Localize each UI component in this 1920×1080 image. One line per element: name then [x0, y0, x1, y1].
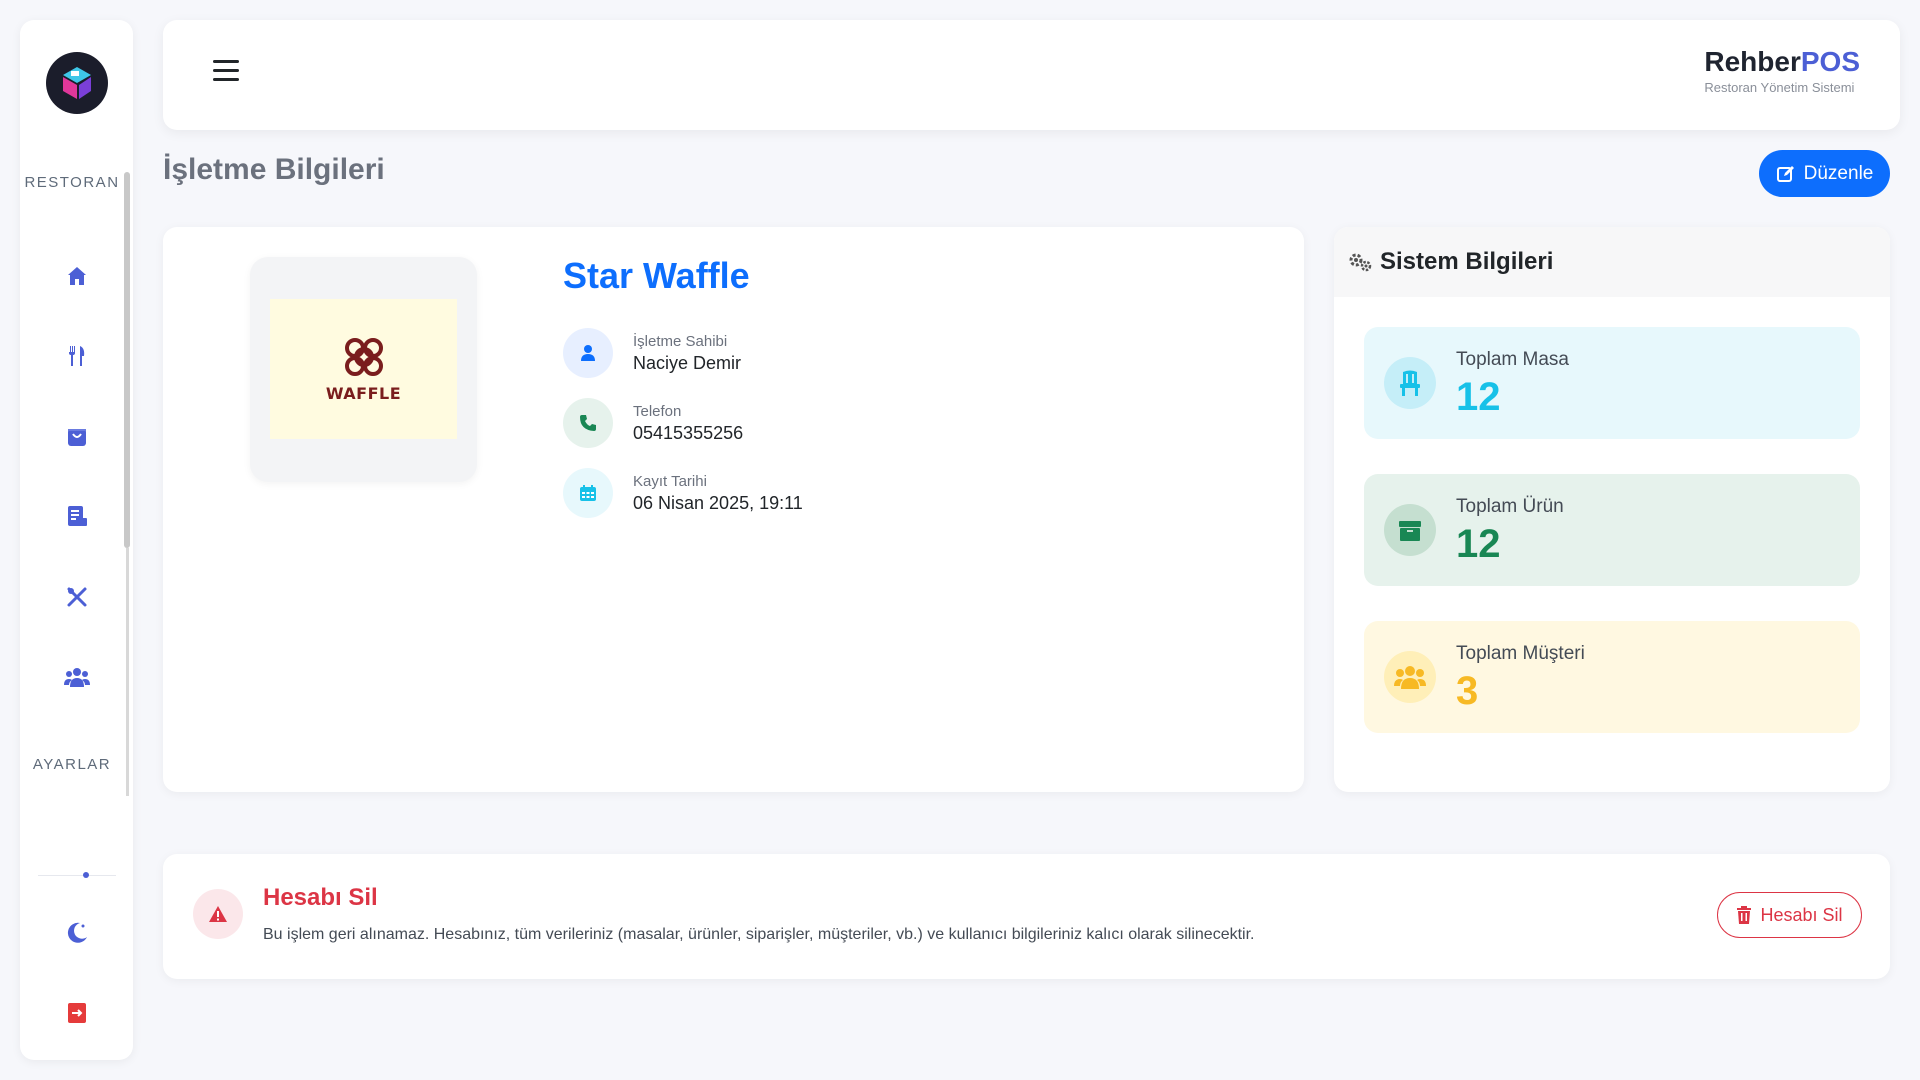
delete-account-card: Hesabı Sil Bu işlem geri alınamaz. Hesab… — [163, 854, 1890, 979]
brand-suffix: POS — [1800, 46, 1860, 77]
brand-name: RehberPOS — [1704, 46, 1860, 78]
gears-icon — [1349, 253, 1372, 272]
nav-invoices[interactable] — [60, 499, 94, 533]
stat-label-customers: Toplam Müşteri — [1456, 643, 1585, 664]
nav-orders[interactable] — [60, 419, 94, 453]
edit-button-label: Düzenle — [1803, 162, 1874, 184]
cube-logo-icon — [63, 67, 91, 99]
chair-icon-circle — [1384, 357, 1436, 409]
warning-icon-circle — [193, 889, 243, 939]
owner-label: İşletme Sahibi — [633, 332, 728, 350]
brand-subtitle: Restoran Yönetim Sistemi — [1704, 80, 1855, 95]
delete-account-button-label: Hesabı Sil — [1760, 904, 1843, 925]
phone-icon-circle — [563, 398, 613, 448]
box-icon-circle — [1384, 504, 1436, 556]
phone-row: Telefon 05415355256 — [563, 397, 743, 449]
dark-mode-toggle[interactable] — [60, 916, 94, 950]
stat-label-tables: Toplam Masa — [1456, 349, 1569, 370]
section-label-settings: AYARLAR — [32, 756, 112, 773]
sidebar-divider-dot — [83, 872, 89, 878]
edit-button[interactable]: Düzenle — [1759, 150, 1890, 197]
waffle-logo-icon — [344, 337, 383, 376]
owner-icon-circle — [563, 328, 613, 378]
users-icon — [64, 668, 90, 687]
stat-value-customers: 3 — [1456, 669, 1479, 713]
app-logo[interactable] — [46, 52, 108, 114]
system-info-header: Sistem Bilgileri — [1334, 227, 1890, 297]
top-header: RehberPOS Restoran Yönetim Sistemi — [163, 20, 1900, 130]
user-icon — [581, 345, 595, 361]
shopping-bag-icon — [68, 429, 86, 446]
nav-kitchen[interactable] — [60, 580, 94, 614]
users-group-icon — [1394, 666, 1426, 689]
date-value: 06 Nisan 2025, 19:11 — [633, 492, 803, 513]
stat-total-tables: Toplam Masa 12 — [1364, 327, 1860, 439]
stat-value-products: 12 — [1456, 522, 1501, 566]
stat-label-products: Toplam Ürün — [1456, 496, 1564, 517]
brand: RehberPOS Restoran Yönetim Sistemi — [1704, 46, 1860, 95]
nav-customers[interactable] — [60, 660, 94, 694]
chair-icon — [1400, 370, 1420, 396]
stat-value-tables: 12 — [1456, 375, 1501, 419]
phone-label: Telefon — [633, 402, 682, 420]
receipt-icon — [68, 506, 87, 526]
nav-home[interactable] — [60, 259, 94, 293]
phone-icon — [580, 415, 596, 431]
kitchen-tools-icon — [67, 587, 87, 607]
sidebar-scroll-track — [126, 548, 129, 796]
customers-icon-circle — [1384, 651, 1436, 703]
trash-icon — [1737, 906, 1752, 924]
logout-button[interactable] — [60, 996, 94, 1030]
business-name: Star Waffle — [563, 255, 750, 296]
sidebar-scrollbar[interactable] — [124, 172, 130, 548]
owner-value: Naciye Demir — [633, 352, 742, 373]
page-title: İşletme Bilgileri — [163, 153, 385, 186]
brand-prefix: Rehber — [1704, 46, 1801, 77]
home-icon — [68, 267, 86, 285]
delete-account-title: Hesabı Sil — [263, 884, 378, 911]
hamburger-menu-icon[interactable] — [213, 60, 239, 90]
system-info-title: Sistem Bilgileri — [1380, 248, 1554, 275]
stat-total-customers: Toplam Müşteri 3 — [1364, 621, 1860, 733]
utensils-icon — [69, 346, 85, 366]
section-label-restaurant: RESTORAN — [24, 174, 120, 191]
business-logo: WAFFLE — [270, 299, 457, 439]
date-label: Kayıt Tarihi — [633, 472, 707, 490]
business-logo-frame: WAFFLE — [250, 257, 477, 482]
owner-row: İşletme Sahibi Naciye Demir — [563, 327, 741, 379]
logo-text: WAFFLE — [325, 383, 402, 403]
logout-icon — [68, 1003, 86, 1023]
sidebar-divider — [38, 875, 116, 876]
nav-menu[interactable] — [60, 339, 94, 373]
delete-account-button[interactable]: Hesabı Sil — [1717, 892, 1862, 938]
box-icon — [1399, 521, 1421, 541]
warning-icon — [209, 906, 227, 922]
delete-account-description: Bu işlem geri alınamaz. Hesabınız, tüm v… — [263, 926, 1255, 943]
edit-icon — [1776, 165, 1794, 182]
stat-total-products: Toplam Ürün 12 — [1364, 474, 1860, 586]
date-icon-circle — [563, 468, 613, 518]
sidebar: RESTORAN AYARLAR — [20, 20, 133, 1060]
moon-icon — [67, 922, 87, 943]
system-info-card: Sistem Bilgileri Toplam Masa 12 Toplam Ü… — [1334, 227, 1890, 792]
phone-value: 05415355256 — [633, 422, 744, 443]
date-row: Kayıt Tarihi 06 Nisan 2025, 19:11 — [563, 467, 803, 519]
calendar-icon — [580, 485, 596, 501]
business-info-card: WAFFLE Star Waffle İşletme Sahibi Naciye… — [163, 227, 1304, 792]
